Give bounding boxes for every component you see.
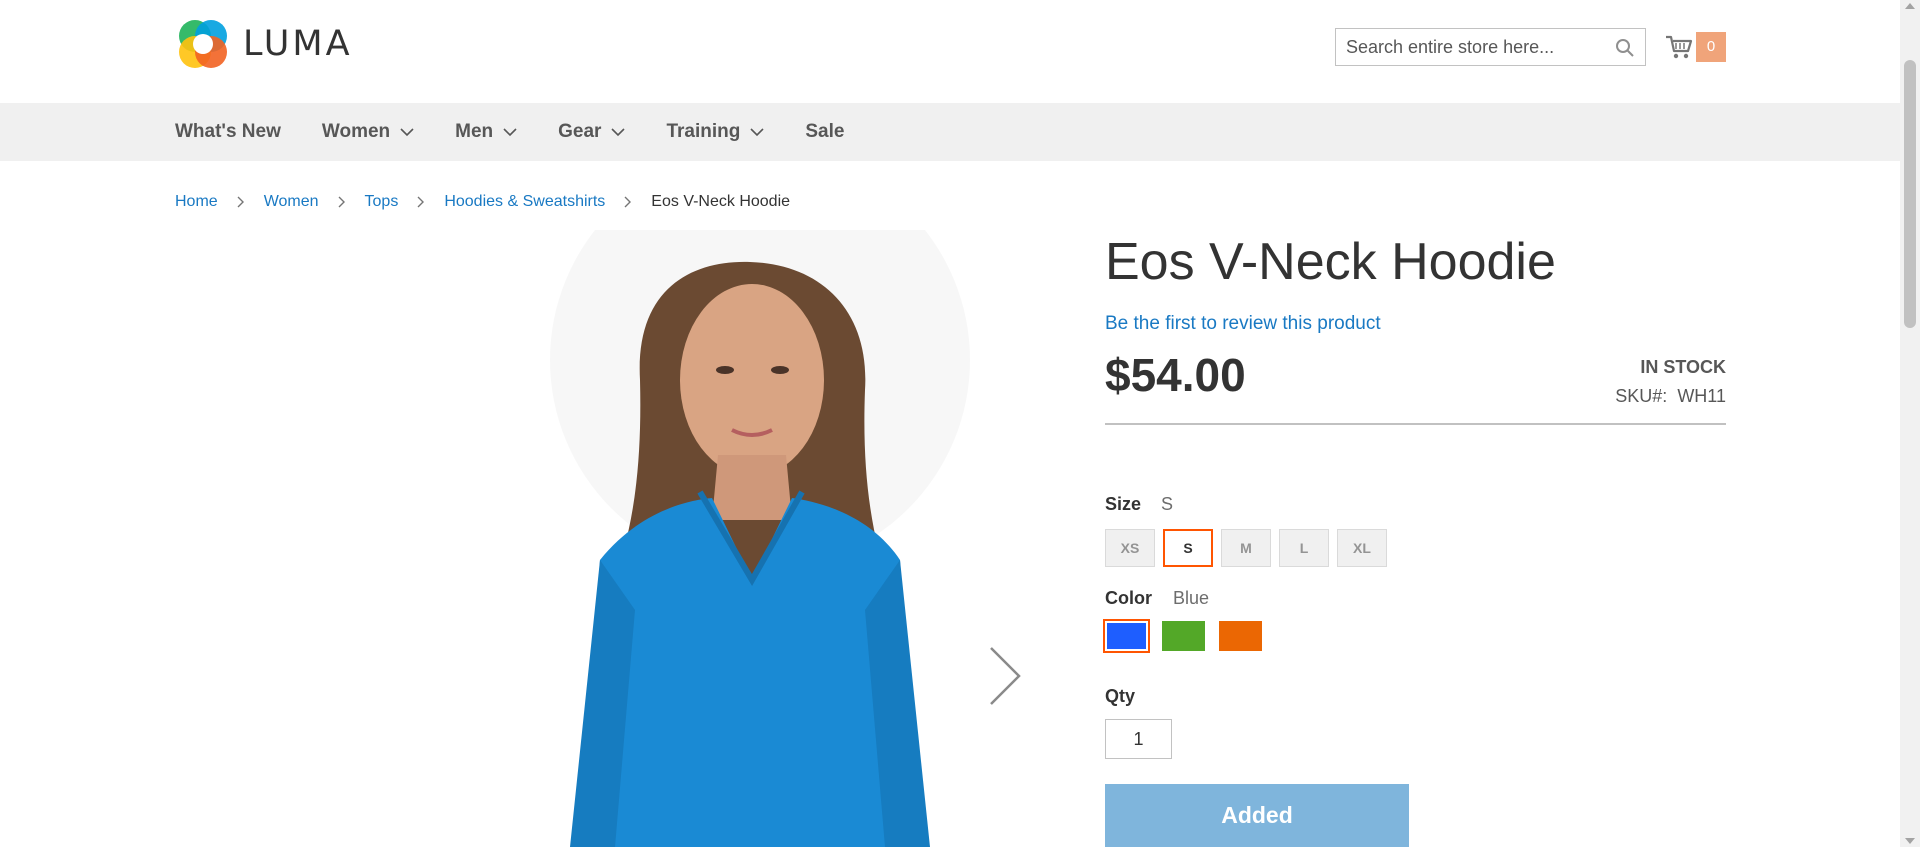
breadcrumb-tops[interactable]: Tops bbox=[365, 193, 399, 211]
product-sku: SKU#: WH11 bbox=[1615, 386, 1726, 407]
chevron-down-icon bbox=[503, 128, 517, 137]
breadcrumb-current: Eos V-Neck Hoodie bbox=[651, 193, 791, 210]
nav-item-women[interactable]: Women bbox=[322, 121, 414, 143]
nav-item-label: Training bbox=[666, 121, 741, 142]
size-option-l[interactable]: L bbox=[1279, 529, 1329, 567]
nav-item-label: Gear bbox=[558, 121, 602, 142]
size-option-m[interactable]: M bbox=[1221, 529, 1271, 567]
gallery-next-arrow[interactable] bbox=[988, 645, 1024, 707]
color-option-orange[interactable] bbox=[1219, 621, 1262, 651]
scrollbar-thumb[interactable] bbox=[1904, 60, 1916, 328]
stock-status: IN STOCK bbox=[1640, 357, 1726, 377]
breadcrumb-home[interactable]: Home bbox=[175, 193, 218, 211]
size-option-xl[interactable]: XL bbox=[1337, 529, 1387, 567]
breadcrumb-hoodies-sweatshirts[interactable]: Hoodies & Sweatshirts bbox=[444, 193, 605, 211]
nav-item-label: What's New bbox=[175, 121, 281, 142]
cart-icon bbox=[1666, 35, 1693, 59]
scroll-up-arrow-icon[interactable] bbox=[1905, 3, 1915, 9]
first-review-link[interactable]: Be the first to review this product bbox=[1105, 313, 1381, 335]
qty-label: Qty bbox=[1105, 686, 1136, 706]
product-gallery bbox=[175, 230, 1055, 847]
product-photo[interactable] bbox=[450, 230, 1050, 847]
size-option-s[interactable]: S bbox=[1163, 529, 1213, 567]
nav-item-label: Sale bbox=[805, 121, 845, 142]
nav-item-sale[interactable]: Sale bbox=[805, 121, 844, 143]
scroll-down-arrow-icon[interactable] bbox=[1905, 838, 1915, 844]
size-option-xs[interactable]: XS bbox=[1105, 529, 1155, 567]
cart-count-badge: 0 bbox=[1696, 32, 1726, 62]
color-selected-value: Blue bbox=[1173, 588, 1210, 608]
color-option-blue[interactable] bbox=[1103, 619, 1150, 653]
page-scrollbar[interactable] bbox=[1900, 0, 1920, 847]
breadcrumb: Home Women Tops Hoodies & Sweatshirts Eo… bbox=[175, 193, 790, 211]
sku-label: SKU#: bbox=[1615, 386, 1668, 406]
chevron-right-icon bbox=[338, 196, 345, 208]
color-option-green[interactable] bbox=[1162, 621, 1205, 651]
nav-item-men[interactable]: Men bbox=[455, 121, 517, 143]
minicart[interactable]: 0 bbox=[1664, 30, 1728, 64]
logo-text: LUMA bbox=[243, 24, 353, 64]
luma-logo-icon bbox=[179, 20, 227, 68]
color-swatches bbox=[1103, 619, 1276, 653]
nav-item-training[interactable]: Training bbox=[666, 121, 764, 143]
divider bbox=[1105, 423, 1726, 425]
nav-item-label: Women bbox=[321, 121, 391, 142]
search-box bbox=[1335, 28, 1646, 66]
size-label: Size bbox=[1105, 494, 1142, 514]
search-input[interactable] bbox=[1336, 29, 1616, 65]
color-label: Color bbox=[1105, 588, 1152, 608]
product-price: $54.00 bbox=[1105, 349, 1246, 401]
chevron-right-icon bbox=[417, 196, 425, 208]
size-swatches: XS S M L XL bbox=[1105, 529, 1395, 567]
size-selected-value: S bbox=[1161, 494, 1174, 514]
page-header: LUMA 0 bbox=[0, 0, 1900, 103]
add-to-cart-button[interactable]: Added bbox=[1105, 784, 1409, 847]
chevron-right-icon bbox=[237, 196, 244, 208]
nav-item-gear[interactable]: Gear bbox=[558, 121, 626, 143]
breadcrumb-women[interactable]: Women bbox=[264, 193, 319, 211]
chevron-right-icon bbox=[624, 196, 632, 208]
main-navigation: What's New Women Men Gear Training Sale bbox=[0, 103, 1900, 161]
search-icon[interactable] bbox=[1615, 38, 1635, 58]
nav-item-label: Men bbox=[455, 121, 494, 142]
sku-value: WH11 bbox=[1677, 386, 1726, 406]
product-title: Eos V-Neck Hoodie bbox=[1105, 233, 1556, 291]
chevron-down-icon bbox=[611, 128, 626, 137]
qty-input[interactable] bbox=[1105, 719, 1172, 759]
nav-item-whats-new[interactable]: What's New bbox=[175, 121, 281, 143]
chevron-down-icon bbox=[400, 128, 414, 137]
store-logo[interactable]: LUMA bbox=[175, 16, 353, 72]
chevron-down-icon bbox=[750, 128, 764, 137]
